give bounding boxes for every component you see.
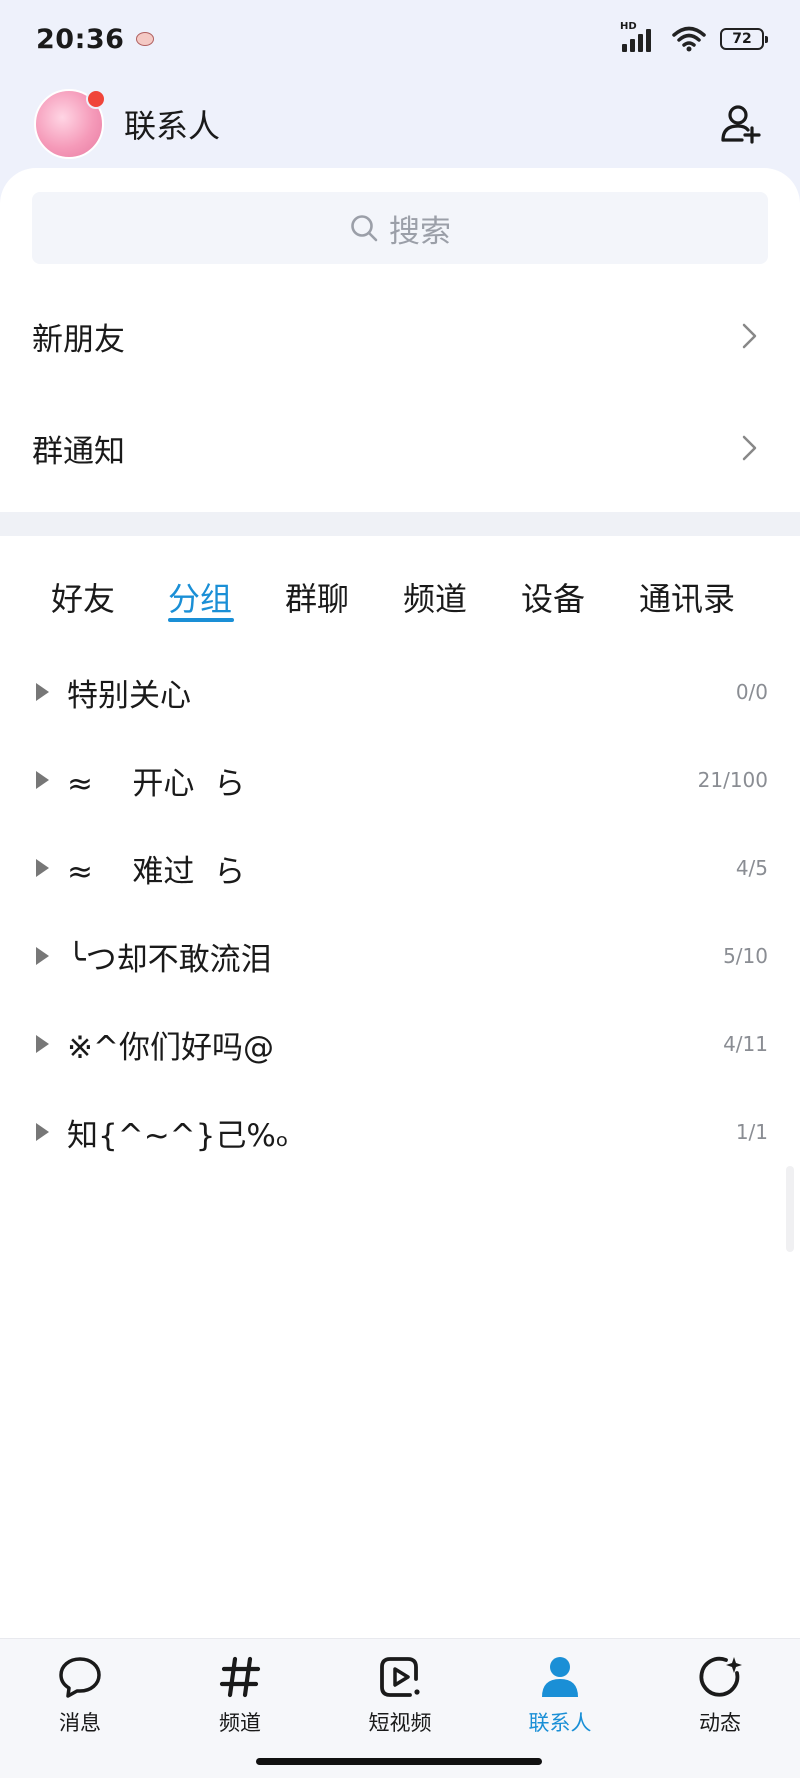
nav-label: 动态 (699, 1711, 741, 1735)
top-panel: 搜索 新朋友 群通知 (0, 168, 800, 512)
group-count: 5/10 (723, 944, 768, 968)
notification-app-icon (136, 32, 155, 46)
group-count: 0/0 (735, 680, 768, 704)
chevron-right-icon (742, 323, 757, 349)
scrollbar[interactable] (786, 1166, 794, 1252)
add-contact-icon[interactable] (718, 100, 766, 148)
nav-messages[interactable]: 消息 (20, 1653, 140, 1737)
nav-label: 频道 (219, 1711, 261, 1735)
expand-arrow-icon (36, 771, 49, 789)
group-row[interactable]: ≈ 难过 ら 4/5 (0, 824, 800, 912)
group-name: ╰つ却不敢流泪 (67, 941, 272, 978)
new-friends-label: 新朋友 (32, 321, 125, 358)
group-count: 1/1 (735, 1120, 768, 1144)
tab-devices[interactable]: 设备 (521, 574, 585, 620)
group-count: 21/100 (697, 768, 768, 792)
group-name: 特别关心 (67, 677, 191, 714)
tab-group-chats[interactable]: 群聊 (285, 574, 349, 620)
wifi-icon (672, 26, 706, 52)
battery-icon: 72 (720, 28, 768, 50)
group-name: 知{^~^}己%ₒ (67, 1117, 289, 1154)
group-row[interactable]: ╰つ却不敢流泪 5/10 (0, 912, 800, 1000)
person-icon (542, 1657, 578, 1697)
expand-arrow-icon (36, 1035, 49, 1053)
expand-arrow-icon (36, 1123, 49, 1141)
cell-signal-icon: HD (620, 21, 658, 54)
group-count: 4/11 (723, 1032, 768, 1056)
hashtag-icon (219, 1656, 261, 1698)
group-count: 4/5 (735, 856, 768, 880)
contact-tabs: 好友 分组 群聊 频道 设备 通讯录 (0, 536, 800, 636)
status-icons: HD 72 (620, 21, 768, 54)
group-row[interactable]: ※^你们好吗@ 4/11 (0, 1000, 800, 1088)
bottom-nav: 消息 频道 短视频 联系人 动态 (0, 1638, 800, 1778)
search-input[interactable]: 搜索 (32, 192, 768, 264)
group-row[interactable]: 知{^~^}己%ₒ 1/1 (0, 1088, 800, 1176)
nav-label: 联系人 (528, 1711, 592, 1735)
group-notifications-row[interactable]: 群通知 (0, 392, 800, 504)
home-indicator[interactable] (256, 1758, 542, 1765)
avatar[interactable] (34, 89, 106, 159)
group-row[interactable]: 特别关心 0/0 (0, 648, 800, 736)
active-tab-indicator (168, 618, 234, 622)
chat-bubble-icon (59, 1657, 101, 1698)
nav-short-video[interactable]: 短视频 (340, 1653, 460, 1737)
nav-moments[interactable]: 动态 (660, 1653, 780, 1737)
header: 联系人 (0, 78, 800, 170)
expand-arrow-icon (36, 947, 49, 965)
expand-arrow-icon (36, 859, 49, 877)
search-placeholder: 搜索 (389, 213, 451, 250)
group-row[interactable]: ≈ 开心 ら 21/100 (0, 736, 800, 824)
search-icon (351, 215, 378, 242)
tab-address-book[interactable]: 通讯录 (639, 574, 735, 620)
page-title: 联系人 (124, 107, 221, 145)
section-divider (0, 512, 800, 536)
group-name: ※^你们好吗@ (67, 1029, 274, 1066)
nav-label: 消息 (59, 1711, 101, 1735)
new-friends-row[interactable]: 新朋友 (0, 280, 800, 392)
group-name: ≈ 难过 ら (67, 853, 246, 890)
nav-label: 短视频 (368, 1711, 432, 1735)
expand-arrow-icon (36, 683, 49, 701)
contacts-content: 好友 分组 群聊 频道 设备 通讯录 特别关心 0/0 ≈ 开心 ら 21/10… (0, 536, 800, 1638)
chevron-right-icon (742, 435, 757, 461)
tab-friends[interactable]: 好友 (51, 574, 115, 620)
group-name: ≈ 开心 ら (67, 765, 246, 802)
nav-channels[interactable]: 频道 (180, 1653, 300, 1737)
tab-channels[interactable]: 频道 (403, 574, 467, 620)
group-notifications-label: 群通知 (32, 433, 125, 470)
star-refresh-icon (699, 1656, 742, 1697)
tab-groups[interactable]: 分组 (168, 574, 232, 620)
status-bar: 20:36 HD 72 (0, 0, 800, 78)
notification-badge (86, 89, 106, 109)
video-play-icon (380, 1657, 420, 1697)
status-time: 20:36 (36, 23, 125, 55)
nav-contacts[interactable]: 联系人 (500, 1653, 620, 1737)
